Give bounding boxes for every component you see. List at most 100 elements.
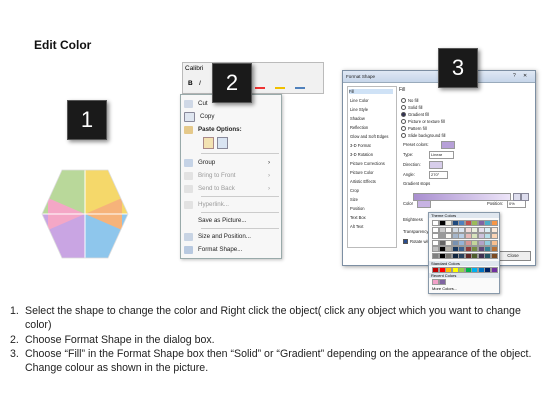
option-pattern-fill[interactable]: Pattern fill (401, 126, 427, 132)
theme-colors-header: Theme Colors (429, 213, 499, 218)
nav-item-reflection[interactable]: Reflection (350, 125, 368, 130)
nav-item-text-box[interactable]: Text Box (350, 215, 366, 220)
color-swatch[interactable] (490, 239, 498, 246)
menu-item-copy[interactable]: Copy (184, 111, 214, 122)
close-icon[interactable]: ✕ (523, 73, 527, 79)
direction-label: Direction: (403, 162, 421, 167)
nav-item-alt-text[interactable]: Alt Text (350, 224, 363, 229)
menu-item-hyperlink[interactable]: Hyperlink... (184, 199, 229, 210)
type-dropdown[interactable]: Linear (429, 151, 454, 159)
remove-stop-icon[interactable] (521, 193, 529, 201)
paste-option-buttons (203, 137, 228, 149)
paste-keep-formatting-icon[interactable] (203, 137, 214, 149)
send-to-back-icon (184, 184, 193, 193)
hexagon-puzzle-graphic[interactable] (40, 168, 130, 260)
dialog-title: Format Shape (346, 74, 376, 79)
option-solid-fill[interactable]: Solid fill (401, 105, 422, 111)
color-swatch[interactable] (490, 220, 498, 226)
fill-header: Fill (399, 87, 406, 93)
scissors-icon (184, 99, 193, 108)
nav-item-size[interactable]: Size (350, 197, 358, 202)
bring-to-front-icon (184, 171, 193, 180)
submenu-arrow-icon: › (268, 172, 271, 179)
angle-label: Angle: (403, 172, 415, 177)
group-icon (184, 158, 193, 167)
gradient-stops-bar[interactable] (413, 193, 511, 201)
nav-item-3d-format[interactable]: 3-D Format (350, 143, 371, 148)
option-no-fill[interactable]: No fill (401, 98, 418, 104)
nav-item-picture-color[interactable]: Picture Color (350, 170, 374, 175)
dialog-nav-list: Fill Line Color Line Style Shadow Reflec… (347, 86, 397, 248)
hyperlink-icon (184, 200, 193, 209)
paste-icon (184, 125, 193, 134)
italic-button[interactable]: I (199, 80, 201, 87)
bold-button[interactable]: B (188, 80, 193, 87)
preset-colors-dropdown[interactable] (441, 141, 455, 149)
nav-item-line-color[interactable]: Line Color (350, 98, 369, 103)
submenu-arrow-icon: › (268, 159, 271, 166)
radio-icon (401, 105, 406, 111)
font-color-icon[interactable] (255, 79, 265, 89)
menu-item-size-and-position[interactable]: Size and Position... (184, 231, 251, 242)
font-name-box[interactable]: Calibri (185, 65, 203, 72)
position-label: Position: (487, 201, 504, 206)
step-badge-2: 2 (212, 63, 252, 103)
save-picture-icon (184, 217, 193, 225)
nav-item-position[interactable]: Position (350, 206, 365, 211)
nav-item-line-style[interactable]: Line Style (350, 107, 368, 112)
menu-item-format-shape[interactable]: Format Shape... (184, 244, 242, 255)
menu-item-save-as-picture[interactable]: Save as Picture... (184, 215, 247, 226)
nav-item-crop[interactable]: Crop (350, 188, 359, 193)
color-swatch[interactable] (490, 267, 498, 273)
paste-picture-icon[interactable] (217, 137, 228, 149)
gradient-stops-label: Gradient stops (403, 181, 431, 186)
add-stop-icon[interactable] (513, 193, 521, 201)
menu-item-bring-to-front[interactable]: Bring to Front › (184, 170, 270, 181)
color-dropdown[interactable] (417, 200, 431, 208)
help-icon[interactable]: ? (513, 73, 516, 79)
radio-selected-icon (401, 112, 406, 118)
fill-color-icon[interactable] (275, 79, 285, 89)
nav-item-shadow[interactable]: Shadow (350, 116, 365, 121)
nav-item-artistic-effects[interactable]: Artistic Effects (350, 179, 376, 184)
radio-icon (401, 98, 406, 104)
submenu-arrow-icon: › (268, 185, 271, 192)
brightness-label: Brightness (403, 217, 423, 222)
option-slide-background-fill[interactable]: Slide background fill (401, 133, 445, 139)
mini-toolbar: Calibri B I (182, 62, 324, 94)
option-picture-fill[interactable]: Picture or texture fill (401, 119, 445, 125)
menu-item-send-to-back[interactable]: Send to Back › (184, 183, 270, 194)
menu-item-cut[interactable]: Cut (184, 98, 208, 109)
nav-item-fill[interactable]: Fill (349, 89, 393, 94)
color-swatch[interactable] (438, 279, 446, 285)
direction-dropdown[interactable] (429, 161, 443, 169)
step-badge-1: 1 (67, 100, 107, 140)
radio-icon (401, 126, 406, 132)
preset-colors-label: Preset colors: (403, 142, 429, 147)
format-shape-icon (184, 245, 193, 254)
more-colors-link[interactable]: More Colors... (432, 286, 457, 291)
option-gradient-fill[interactable]: Gradient fill (401, 112, 429, 118)
instruction-item: 3. Choose “Fill” in the Format Shape box … (10, 347, 532, 375)
recent-colors-header: Recent Colors (429, 273, 499, 278)
color-swatch[interactable] (490, 233, 498, 239)
menu-item-group[interactable]: Group › (184, 157, 270, 168)
checkbox-checked-icon (403, 239, 408, 245)
instructions-list: 1. Select the shape to change the color a… (10, 304, 550, 375)
color-swatch[interactable] (490, 246, 498, 252)
color-palette-dropdown: Theme Colors Standard Colors Recent Colo… (428, 212, 500, 294)
nav-item-3d-rotation[interactable]: 3-D Rotation (350, 152, 373, 157)
outline-color-icon[interactable] (295, 79, 305, 89)
dialog-close-button[interactable]: Close (495, 251, 531, 261)
step-badge-3: 3 (438, 48, 478, 88)
standard-colors-header: Standard Colors (429, 261, 499, 266)
context-menu: Cut Copy Paste Options: Group › Bring to … (180, 94, 282, 259)
nav-item-glow[interactable]: Glow and Soft Edges (350, 134, 388, 139)
color-swatch[interactable] (490, 226, 498, 233)
color-swatch[interactable] (490, 252, 498, 259)
page-title: Edit Color (34, 38, 92, 52)
angle-input[interactable]: 270° (429, 171, 448, 179)
position-input[interactable]: 0% (507, 200, 526, 208)
nav-item-picture-corrections[interactable]: Picture Corrections (350, 161, 385, 166)
transparency-label: Transparency (403, 229, 429, 234)
